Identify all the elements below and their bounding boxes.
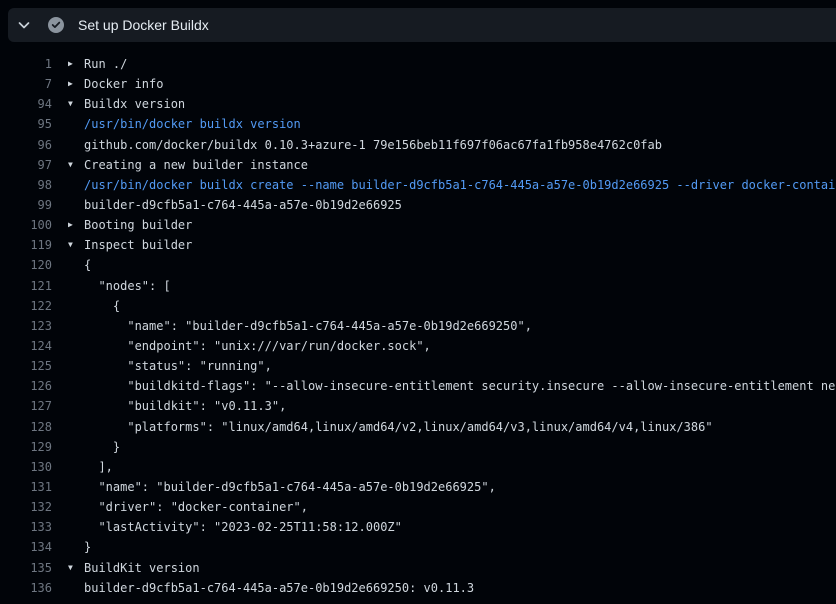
log-group-row[interactable]: 135 ▼BuildKit version xyxy=(0,558,836,578)
line-number[interactable]: 129 xyxy=(0,437,52,457)
log-group-row[interactable]: 94 ▼Buildx version xyxy=(0,94,836,114)
line-number[interactable]: 126 xyxy=(0,376,52,396)
log-text: { xyxy=(84,255,91,275)
log-line-row: 134} xyxy=(0,537,836,557)
log-line-row: 121 "nodes": [ xyxy=(0,276,836,296)
log-text: Creating a new builder instance xyxy=(84,155,308,175)
log-text: "status": "running", xyxy=(84,356,272,376)
log-group-row[interactable]: 97 ▼Creating a new builder instance xyxy=(0,155,836,175)
log-text: builder-d9cfb5a1-c764-445a-a57e-0b19d2e6… xyxy=(84,195,402,215)
line-number[interactable]: 96 xyxy=(0,135,52,155)
line-number[interactable]: 1 xyxy=(0,54,52,74)
log-text: /usr/bin/docker buildx create --name bui… xyxy=(84,175,836,195)
triangle-right-icon: ▶ xyxy=(68,54,84,74)
log-text: "driver": "docker-container", xyxy=(84,497,308,517)
line-number[interactable]: 119 xyxy=(0,235,52,255)
line-number[interactable]: 127 xyxy=(0,396,52,416)
line-number[interactable]: 124 xyxy=(0,336,52,356)
log-line-row: 98/usr/bin/docker buildx create --name b… xyxy=(0,175,836,195)
log-text: "lastActivity": "2023-02-25T11:58:12.000… xyxy=(84,517,402,537)
log-text: builder-d9cfb5a1-c764-445a-a57e-0b19d2e6… xyxy=(84,578,474,598)
log-line-row: 120 { xyxy=(0,255,836,275)
triangle-down-icon: ▼ xyxy=(68,558,84,578)
log-text: "buildkitd-flags": "--allow-insecure-ent… xyxy=(84,376,836,396)
log-line-row: 133 "lastActivity": "2023-02-25T11:58:12… xyxy=(0,517,836,537)
line-number[interactable]: 134 xyxy=(0,537,52,557)
step-title: Set up Docker Buildx xyxy=(78,17,209,33)
log-text: Inspect builder xyxy=(84,235,192,255)
log-text: } xyxy=(84,537,91,557)
line-number[interactable]: 135 xyxy=(0,558,52,578)
log-line-row: 99 builder-d9cfb5a1-c764-445a-a57e-0b19d2… xyxy=(0,195,836,215)
triangle-down-icon: ▼ xyxy=(68,94,84,114)
line-number[interactable]: 130 xyxy=(0,457,52,477)
triangle-down-icon: ▼ xyxy=(68,235,84,255)
log-text: github.com/docker/buildx 0.10.3+azure-1 … xyxy=(84,135,662,155)
line-number[interactable]: 7 xyxy=(0,74,52,94)
line-number[interactable]: 125 xyxy=(0,356,52,376)
step-header[interactable]: Set up Docker Buildx xyxy=(8,8,836,42)
log-line-row: 136 builder-d9cfb5a1-c764-445a-a57e-0b19d… xyxy=(0,578,836,598)
log-group-row[interactable]: 7 ▶Docker info xyxy=(0,74,836,94)
check-circle-icon xyxy=(48,17,64,33)
log-line-row: 124 "endpoint": "unix:///var/run/docker.… xyxy=(0,336,836,356)
line-number[interactable]: 99 xyxy=(0,195,52,215)
log-line-row: 132 "driver": "docker-container", xyxy=(0,497,836,517)
log-line-row: 123 "name": "builder-d9cfb5a1-c764-445a-… xyxy=(0,316,836,336)
log-group-row[interactable]: 100 ▶Booting builder xyxy=(0,215,836,235)
line-number[interactable]: 133 xyxy=(0,517,52,537)
triangle-right-icon: ▶ xyxy=(68,74,84,94)
log-text: { xyxy=(84,296,120,316)
log-line-row: 129 } xyxy=(0,437,836,457)
line-number[interactable]: 100 xyxy=(0,215,52,235)
log-line-row: 128 "platforms": "linux/amd64,linux/amd6… xyxy=(0,417,836,437)
log-line-row: 130 ], xyxy=(0,457,836,477)
line-number[interactable]: 122 xyxy=(0,296,52,316)
log-text: "name": "builder-d9cfb5a1-c764-445a-a57e… xyxy=(84,316,532,336)
log-text: "buildkit": "v0.11.3", xyxy=(84,396,286,416)
log-text: } xyxy=(84,437,120,457)
log-line-row: 131 "name": "builder-d9cfb5a1-c764-445a-… xyxy=(0,477,836,497)
log-line-row: 125 "status": "running", xyxy=(0,356,836,376)
line-number[interactable]: 123 xyxy=(0,316,52,336)
line-number[interactable]: 94 xyxy=(0,94,52,114)
log-text: Buildx version xyxy=(84,94,185,114)
log-line-row: 122 { xyxy=(0,296,836,316)
log-line-row: 126 "buildkitd-flags": "--allow-insecure… xyxy=(0,376,836,396)
triangle-down-icon: ▼ xyxy=(68,155,84,175)
chevron-down-icon[interactable] xyxy=(8,8,40,42)
line-number[interactable]: 98 xyxy=(0,175,52,195)
log-group-row[interactable]: 119 ▼Inspect builder xyxy=(0,235,836,255)
log-text: "nodes": [ xyxy=(84,276,171,296)
line-number[interactable]: 131 xyxy=(0,477,52,497)
log-text: /usr/bin/docker buildx version xyxy=(84,114,301,134)
triangle-right-icon: ▶ xyxy=(68,215,84,235)
log-text: "platforms": "linux/amd64,linux/amd64/v2… xyxy=(84,417,713,437)
line-number[interactable]: 132 xyxy=(0,497,52,517)
log-text: BuildKit version xyxy=(84,558,200,578)
log-text: Run ./ xyxy=(84,54,127,74)
line-number[interactable]: 128 xyxy=(0,417,52,437)
line-number[interactable]: 136 xyxy=(0,578,52,598)
log-line-row: 96 github.com/docker/buildx 0.10.3+azure-… xyxy=(0,135,836,155)
log-line-row: 127 "buildkit": "v0.11.3", xyxy=(0,396,836,416)
line-number[interactable]: 97 xyxy=(0,155,52,175)
line-number[interactable]: 95 xyxy=(0,114,52,134)
log-text: ], xyxy=(84,457,113,477)
log-group-row[interactable]: 1 ▶Run ./ xyxy=(0,54,836,74)
line-number[interactable]: 121 xyxy=(0,276,52,296)
log-text: Docker info xyxy=(84,74,163,94)
log-lines: 1▶Run ./7▶Docker info94▼Buildx version95… xyxy=(0,42,836,598)
log-text: Booting builder xyxy=(84,215,192,235)
log-line-row: 95/usr/bin/docker buildx version xyxy=(0,114,836,134)
line-number[interactable]: 120 xyxy=(0,255,52,275)
log-text: "endpoint": "unix:///var/run/docker.sock… xyxy=(84,336,431,356)
log-text: "name": "builder-d9cfb5a1-c764-445a-a57e… xyxy=(84,477,496,497)
